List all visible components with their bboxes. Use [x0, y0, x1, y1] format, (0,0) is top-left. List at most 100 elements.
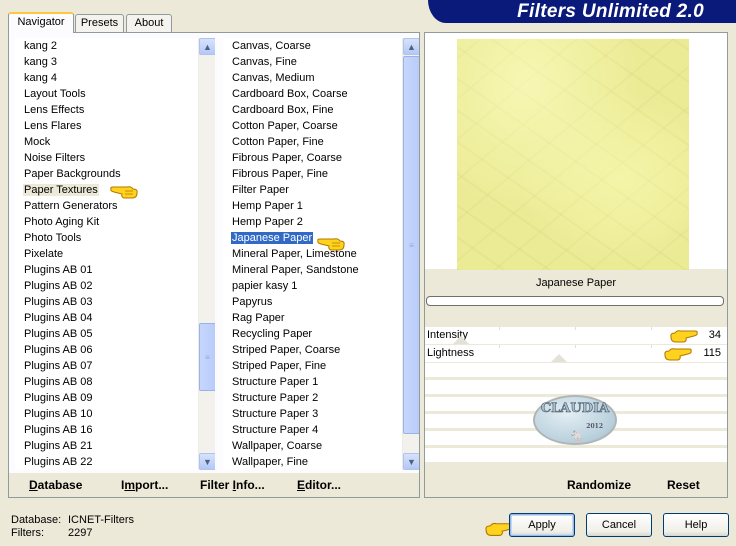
- list-item[interactable]: Lens Flares: [15, 118, 198, 134]
- list-item[interactable]: Plugins AB 16: [15, 422, 198, 438]
- param-value: 34: [708, 329, 721, 341]
- list-item[interactable]: Filter Paper: [223, 182, 402, 198]
- list-item[interactable]: Plugins AB 01: [15, 262, 198, 278]
- reset-button[interactable]: Reset: [667, 478, 700, 492]
- list-item[interactable]: kang 3: [15, 54, 198, 70]
- list-item[interactable]: Wallpaper, Coarse: [223, 438, 402, 454]
- preview-footer: Randomize Reset: [425, 473, 727, 497]
- list-item[interactable]: Pattern Generators: [15, 198, 198, 214]
- list-item[interactable]: Mock: [15, 134, 198, 150]
- list-item[interactable]: Structure Paper 3: [223, 406, 402, 422]
- list-item[interactable]: Plugins AB 05: [15, 326, 198, 342]
- list-item[interactable]: Plugins AB 21: [15, 438, 198, 454]
- list-item-label: Canvas, Fine: [232, 56, 297, 68]
- list-item[interactable]: Canvas, Fine: [223, 54, 402, 70]
- list-item[interactable]: Japanese Paper: [223, 230, 402, 246]
- list-item[interactable]: Hemp Paper 2: [223, 214, 402, 230]
- list-item[interactable]: Photo Aging Kit: [15, 214, 198, 230]
- list-item-label: Mock: [24, 136, 51, 148]
- slider-thumb-intensity[interactable]: [453, 336, 469, 344]
- list-item[interactable]: papier kasy 1: [223, 278, 402, 294]
- list-item[interactable]: Rag Paper: [223, 310, 402, 326]
- list-item[interactable]: Plugins AB 04: [15, 310, 198, 326]
- chevron-down-icon: ▼: [407, 456, 416, 467]
- filter-list-items: Canvas, Coarse Canvas, Fine Canvas, Medium…: [223, 38, 402, 470]
- list-item[interactable]: Striped Paper, Fine: [223, 358, 402, 374]
- help-button[interactable]: Help: [663, 513, 729, 537]
- list-item[interactable]: Photo Tools: [15, 230, 198, 246]
- list-item[interactable]: Cotton Paper, Fine: [223, 134, 402, 150]
- list-item[interactable]: Fibrous Paper, Coarse: [223, 150, 402, 166]
- list-item[interactable]: Cotton Paper, Coarse: [223, 118, 402, 134]
- list-item[interactable]: kang 4: [15, 70, 198, 86]
- list-item[interactable]: Layout Tools: [15, 86, 198, 102]
- list-item[interactable]: Mineral Paper, Limestone: [223, 246, 402, 262]
- scroll-up-button[interactable]: ▲: [199, 38, 215, 55]
- tab-presets[interactable]: Presets: [75, 14, 124, 32]
- randomize-button[interactable]: Randomize: [567, 478, 631, 492]
- list-item[interactable]: Structure Paper 2: [223, 390, 402, 406]
- param-empty-row: [425, 380, 727, 394]
- database-value: ICNET-Filters: [68, 514, 134, 526]
- tab-navigator[interactable]: Navigator: [8, 12, 74, 33]
- filter-list[interactable]: Canvas, Coarse Canvas, Fine Canvas, Medium…: [223, 38, 419, 470]
- list-item[interactable]: Plugins AB 10: [15, 406, 198, 422]
- editor-button[interactable]: Editor...: [297, 478, 341, 492]
- list-item[interactable]: Plugins AB 03: [15, 294, 198, 310]
- list-item[interactable]: Paper Textures: [15, 182, 198, 198]
- scroll-up-button[interactable]: ▲: [403, 38, 419, 55]
- preview-image[interactable]: [457, 39, 689, 270]
- list-item[interactable]: Fibrous Paper, Fine: [223, 166, 402, 182]
- list-item[interactable]: Cardboard Box, Fine: [223, 102, 402, 118]
- filter-scrollbar[interactable]: ▲ ≡ ▼: [402, 38, 419, 470]
- list-item[interactable]: Structure Paper 4: [223, 422, 402, 438]
- list-item[interactable]: Canvas, Coarse: [223, 38, 402, 54]
- list-item[interactable]: Paper Backgrounds: [15, 166, 198, 182]
- scroll-thumb[interactable]: ≡: [403, 56, 419, 434]
- cancel-button[interactable]: Cancel: [586, 513, 652, 537]
- category-scrollbar[interactable]: ▲ ≡ ▼: [198, 38, 215, 470]
- list-item[interactable]: Mineral Paper, Sandstone: [223, 262, 402, 278]
- list-item-label: Plugins AB 02: [24, 280, 93, 292]
- list-item[interactable]: kang 2: [15, 38, 198, 54]
- filter-info-button[interactable]: Filter Info...: [200, 478, 265, 492]
- list-item-label: Photo Tools: [24, 232, 82, 244]
- list-item[interactable]: Noise Filters: [15, 150, 198, 166]
- category-list[interactable]: kang 2 kang 3 kang 4 Layout Tools Lens Effec…: [15, 38, 215, 470]
- list-item[interactable]: Wallpaper, Fine: [223, 454, 402, 470]
- scroll-down-button[interactable]: ▼: [403, 453, 419, 470]
- list-item-label: Mineral Paper, Sandstone: [232, 264, 359, 276]
- tab-about[interactable]: About: [126, 14, 172, 32]
- preview-area: [425, 33, 727, 270]
- list-item[interactable]: Recycling Paper: [223, 326, 402, 342]
- list-item-label: Structure Paper 4: [232, 424, 319, 436]
- database-button[interactable]: Database: [29, 478, 82, 492]
- list-item-label: Plugins AB 22: [24, 456, 93, 468]
- list-item-label: Cardboard Box, Fine: [232, 104, 334, 116]
- list-item[interactable]: Plugins AB 07: [15, 358, 198, 374]
- list-item[interactable]: Plugins AB 09: [15, 390, 198, 406]
- apply-button[interactable]: Apply: [509, 513, 575, 537]
- scroll-down-button[interactable]: ▼: [199, 453, 215, 470]
- param-empty-row: [425, 448, 727, 462]
- list-item[interactable]: Papyrus: [223, 294, 402, 310]
- slider-thumb-lightness[interactable]: [551, 354, 567, 362]
- list-item-label: Plugins AB 09: [24, 392, 93, 404]
- import-button[interactable]: Import...: [121, 478, 168, 492]
- list-item[interactable]: Plugins AB 22: [15, 454, 198, 470]
- list-item-label: Wallpaper, Fine: [232, 456, 309, 468]
- list-item[interactable]: Plugins AB 02: [15, 278, 198, 294]
- list-item[interactable]: Lens Effects: [15, 102, 198, 118]
- list-item[interactable]: Canvas, Medium: [223, 70, 402, 86]
- list-item[interactable]: Plugins AB 06: [15, 342, 198, 358]
- database-label: Database:: [11, 514, 62, 526]
- list-item[interactable]: Pixelate: [15, 246, 198, 262]
- list-item[interactable]: Cardboard Box, Coarse: [223, 86, 402, 102]
- filters-count-label: Filters:: [11, 527, 44, 539]
- list-item[interactable]: Plugins AB 08: [15, 374, 198, 390]
- list-item-label: Canvas, Medium: [232, 72, 315, 84]
- list-item[interactable]: Structure Paper 1: [223, 374, 402, 390]
- scroll-thumb[interactable]: ≡: [199, 323, 215, 391]
- list-item[interactable]: Hemp Paper 1: [223, 198, 402, 214]
- list-item[interactable]: Striped Paper, Coarse: [223, 342, 402, 358]
